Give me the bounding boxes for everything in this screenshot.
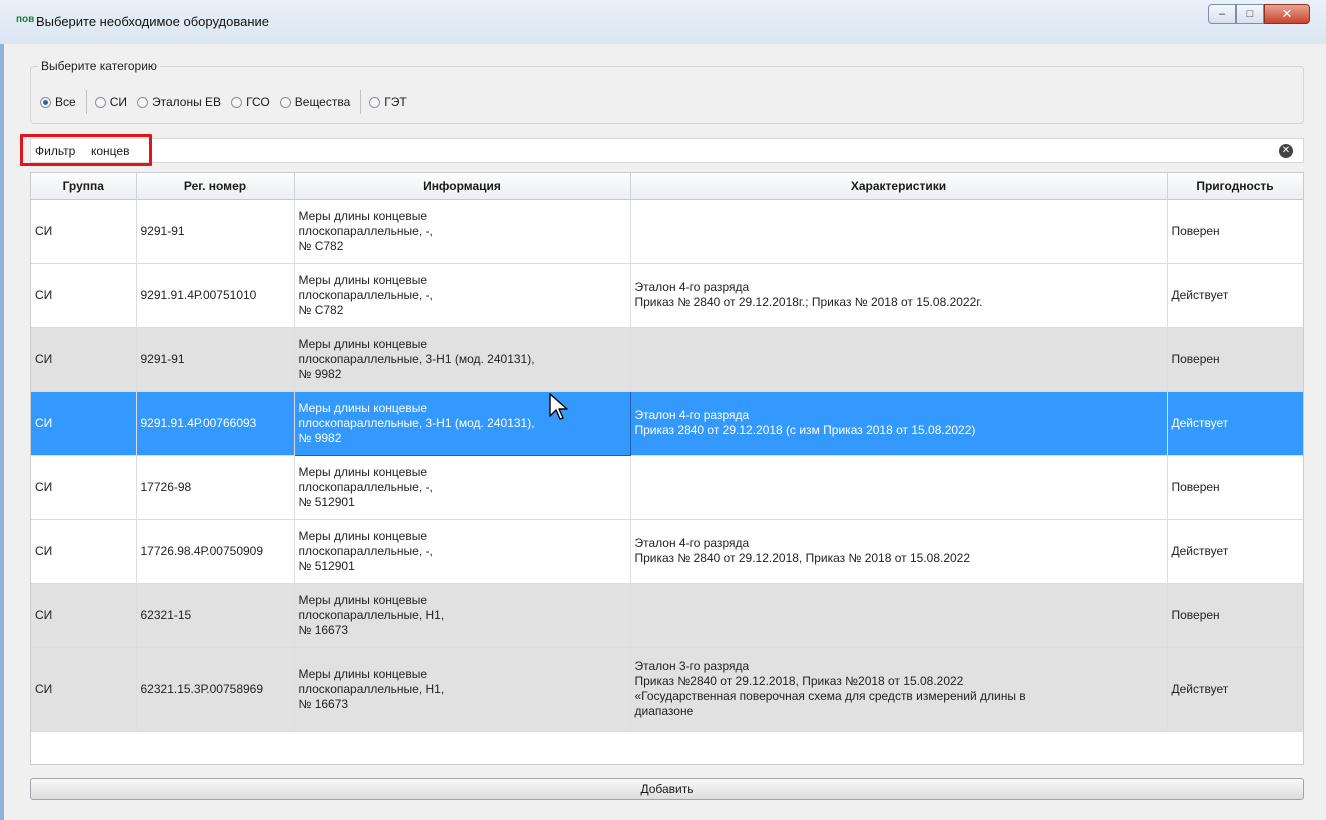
annotation-highlight-frame [20, 134, 152, 166]
table-row[interactable]: СИ 62321-15 Меры длины концевые плоскопа… [31, 583, 1303, 648]
column-header-characteristics[interactable]: Характеристики [630, 173, 1168, 200]
cell-characteristics [630, 199, 1168, 264]
table-row[interactable]: СИ 9291-91 Меры длины концевые плоскопар… [31, 327, 1303, 392]
cell-group: СИ [31, 199, 137, 264]
column-header-reg-number[interactable]: Рег. номер [136, 173, 295, 200]
window-frame-left [0, 0, 4, 820]
maximize-button[interactable]: □ [1236, 4, 1264, 24]
table-row[interactable]: СИ 17726.98.4Р.00750909 Меры длины конце… [31, 519, 1303, 584]
mouse-cursor-icon [549, 393, 568, 420]
cell-characteristics: Эталон 3-го разряда Приказ №2840 от 29.1… [630, 647, 1168, 732]
cell-characteristics: Эталон 4-го разряда Приказ № 2840 от 29.… [630, 519, 1168, 584]
table-row[interactable]: СИ 17726-98 Меры длины концевые плоскопа… [31, 455, 1303, 520]
cell-reg-number: 9291-91 [136, 199, 295, 264]
minimize-button[interactable]: – [1208, 4, 1236, 24]
window-controls: – □ ✕ [1208, 4, 1310, 25]
cell-suitability: Действует [1167, 263, 1303, 328]
radio-gso-label: ГСО [246, 95, 270, 109]
cell-group: СИ [31, 647, 137, 732]
radio-veshchestva-label: Вещества [294, 95, 351, 109]
column-header-suitability[interactable]: Пригодность [1167, 173, 1303, 200]
cell-reg-number: 17726.98.4Р.00750909 [136, 519, 295, 584]
cell-suitability: Действует [1167, 519, 1303, 584]
table-header-row: Группа Рег. номер Информация Характерист… [31, 173, 1303, 200]
radio-etalony-ev[interactable]: Эталоны ЕВ [136, 95, 222, 109]
equipment-table[interactable]: Группа Рег. номер Информация Характерист… [30, 172, 1304, 765]
cell-group: СИ [31, 263, 137, 328]
cell-characteristics [630, 327, 1168, 392]
radio-si[interactable]: СИ [94, 95, 127, 109]
cell-reg-number: 17726-98 [136, 455, 295, 520]
radio-etalony-ev-label: Эталоны ЕВ [151, 95, 222, 109]
close-button[interactable]: ✕ [1264, 4, 1310, 24]
cell-info: Меры длины концевые плоскопараллельные, … [294, 263, 631, 328]
cell-characteristics [630, 455, 1168, 520]
cell-info-current: Меры длины концевые плоскопараллельные, … [293, 390, 631, 456]
cell-info: Меры длины концевые плоскопараллельные, … [294, 647, 631, 732]
radio-gso[interactable]: ГСО [231, 95, 270, 109]
cell-group: СИ [31, 455, 137, 520]
radio-get-dot[interactable] [369, 96, 381, 108]
cell-reg-number: 9291.91.4Р.00766093 [136, 391, 295, 456]
table-row[interactable]: СИ 9291-91 Меры длины концевые плоскопар… [31, 199, 1303, 264]
radio-all[interactable]: Все [40, 95, 76, 109]
cell-info: Меры длины концевые плоскопараллельные, … [294, 327, 631, 392]
cell-suitability: Поверен [1167, 583, 1303, 648]
cell-group: СИ [31, 327, 137, 392]
cell-suitability: Действует [1167, 647, 1303, 732]
table-row-selected[interactable]: СИ 9291.91.4Р.00766093 Меры длины концев… [31, 390, 1303, 456]
dialog-window: пов Выберите необходимое оборудование – … [0, 0, 1326, 820]
radio-si-label: СИ [109, 95, 127, 109]
cell-group: СИ [31, 391, 137, 456]
cell-reg-number: 9291.91.4Р.00751010 [136, 263, 295, 328]
clear-filter-icon[interactable]: ✕ [1279, 144, 1293, 158]
radio-gso-dot[interactable] [231, 96, 243, 108]
radio-veshchestva[interactable]: Вещества [279, 95, 351, 109]
table-row[interactable]: СИ 9291.91.4Р.00751010 Меры длины концев… [31, 263, 1303, 328]
radio-all-label: Все [55, 95, 76, 109]
add-button[interactable]: Добавить [30, 778, 1304, 800]
app-logo-icon: пов [16, 14, 35, 25]
cell-characteristics [630, 583, 1168, 648]
radio-etalony-ev-dot[interactable] [136, 96, 148, 108]
cell-group: СИ [31, 583, 137, 648]
radio-separator [85, 90, 87, 114]
cell-suitability: Поверен [1167, 199, 1303, 264]
cell-reg-number: 62321-15 [136, 583, 295, 648]
cell-info: Меры длины концевые плоскопараллельные, … [294, 455, 631, 520]
title-bar[interactable]: пов Выберите необходимое оборудование – … [0, 0, 1326, 44]
radio-separator [360, 90, 362, 114]
cell-suitability: Действует [1167, 391, 1303, 456]
radio-si-dot[interactable] [94, 96, 106, 108]
category-radio-group: Все СИ Эталоны ЕВ ГСО Вещества ГЭТ [40, 90, 417, 114]
window-title: Выберите необходимое оборудование [36, 14, 270, 29]
cell-characteristics: Эталон 4-го разряда Приказ 2840 от 29.12… [630, 391, 1168, 456]
cell-info: Меры длины концевые плоскопараллельные, … [294, 199, 631, 264]
radio-get[interactable]: ГЭТ [369, 95, 407, 109]
cell-suitability: Поверен [1167, 455, 1303, 520]
cell-reg-number: 62321.15.3Р.00758969 [136, 647, 295, 732]
cell-info: Меры длины концевые плоскопараллельные, … [294, 583, 631, 648]
cell-info: Меры длины концевые плоскопараллельные, … [294, 519, 631, 584]
category-legend: Выберите категорию [38, 59, 160, 73]
radio-get-label: ГЭТ [384, 95, 407, 109]
cell-group: СИ [31, 519, 137, 584]
cell-reg-number: 9291-91 [136, 327, 295, 392]
table-row[interactable]: СИ 62321.15.3Р.00758969 Меры длины конце… [31, 647, 1303, 732]
column-header-info[interactable]: Информация [294, 173, 631, 200]
column-header-group[interactable]: Группа [31, 173, 137, 200]
cell-suitability: Поверен [1167, 327, 1303, 392]
radio-all-dot[interactable] [40, 96, 51, 108]
cell-characteristics: Эталон 4-го разряда Приказ № 2840 от 29.… [630, 263, 1168, 328]
radio-veshchestva-dot[interactable] [279, 96, 291, 108]
filter-input[interactable]: Фильтр концев ✕ [30, 138, 1304, 163]
